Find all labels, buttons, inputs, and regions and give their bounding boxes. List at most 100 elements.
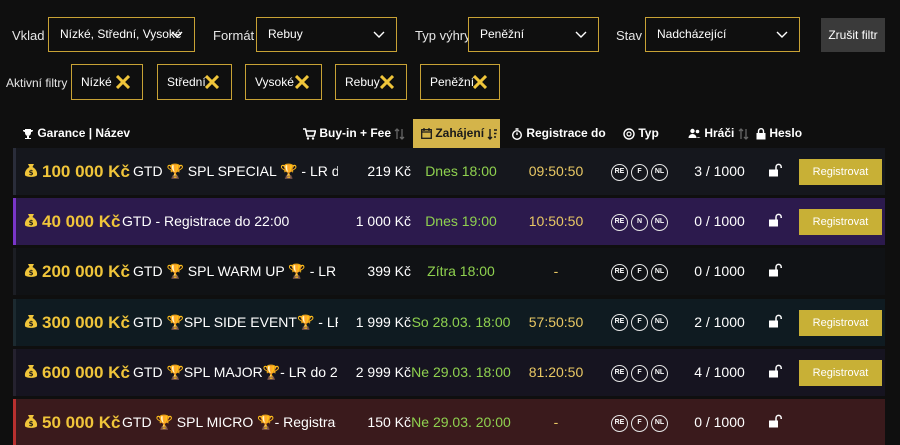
column-reg-until-label: Registrace do [526, 126, 606, 140]
guarantee: $40 000 Kč [24, 198, 120, 245]
guarantee-amount: 200 000 Kč [42, 262, 130, 282]
lock-icon [756, 127, 766, 140]
buyin: 219 Kč [367, 163, 411, 179]
chip-label: Peněžní [430, 75, 475, 89]
column-players[interactable]: Hráči [688, 119, 749, 148]
active-filter-chip[interactable]: Nízké [71, 64, 143, 100]
column-type[interactable]: Typ [623, 119, 659, 148]
game-type: RE N NL [611, 198, 671, 245]
game-type-badge: NL [651, 364, 668, 382]
close-icon[interactable] [116, 75, 130, 89]
chevron-down-icon [171, 31, 183, 38]
close-icon[interactable] [473, 75, 487, 89]
players-count: 0 / 1000 [694, 213, 745, 230]
column-buyin[interactable]: Buy-in + Fee [303, 119, 405, 148]
chip-label: Rebuy [345, 75, 380, 89]
game-type-badge: F [631, 314, 648, 332]
sort-icon [394, 127, 405, 140]
start-time: Ne 29.03. 20:00 [411, 414, 511, 430]
chip-label: Vysoké [255, 75, 294, 89]
format-select[interactable]: Rebuy [256, 17, 397, 52]
register-button[interactable]: Registrovat [799, 359, 882, 386]
game-type-badge: F [631, 163, 648, 181]
poker-chip-icon [623, 128, 635, 140]
active-filter-chip[interactable]: Rebuy [335, 64, 407, 100]
registration-countdown: - [553, 414, 559, 430]
tournament-name[interactable]: GTD 🏆 SPL WARM UP 🏆 - LR do... [133, 248, 338, 295]
tournament-name[interactable]: GTD - Registrace do 22:00 [122, 198, 336, 245]
game-type: RE F NL [611, 349, 671, 396]
column-reg-until[interactable]: Registrace do [511, 119, 606, 148]
chevron-down-icon [373, 31, 385, 38]
table-row[interactable]: $600 000 KčGTD 🏆SPL MAJOR🏆- LR do 21:30 2… [13, 348, 885, 396]
status-label: Stav [616, 28, 643, 43]
game-type-badge: F [631, 264, 648, 282]
game-type-badge: F [631, 364, 648, 382]
register-button[interactable]: Registrovat [799, 209, 882, 236]
game-type-badge: NL [651, 314, 668, 332]
status-select[interactable]: Nadcházející [645, 17, 800, 52]
registration-countdown: - [553, 263, 559, 280]
deposit-select-value: Nízké, Střední, Vysoké [60, 27, 182, 41]
game-type: RE F NL [611, 399, 671, 445]
start-time: Dnes 18:00 [425, 163, 497, 179]
buyin: 1 000 Kč [355, 213, 411, 230]
close-icon[interactable] [295, 75, 309, 89]
guarantee-amount: 600 000 Kč [42, 362, 130, 382]
unlock-icon [769, 163, 782, 177]
prize-type-label: Typ výhry [415, 28, 471, 43]
tournament-name[interactable]: GTD 🏆SPL MAJOR🏆- LR do 21:30 [133, 349, 338, 396]
column-password-label: Heslo [769, 126, 803, 140]
start-time: So 28.03. 18:00 [411, 313, 511, 330]
prize-type-select[interactable]: Peněžní [468, 17, 599, 52]
table-row[interactable]: $200 000 KčGTD 🏆 SPL WARM UP 🏆 - LR do..… [13, 248, 885, 296]
chip-label: Nízké [81, 75, 112, 89]
game-type-badge: N [631, 213, 648, 231]
deposit-select[interactable]: Nízké, Střední, Vysoké [48, 17, 195, 52]
table-row[interactable]: $300 000 KčGTD 🏆SPL SIDE EVENT🏆 - LR d..… [13, 298, 885, 346]
column-password[interactable]: Heslo [756, 119, 802, 148]
table-row[interactable]: $40 000 Kč GTD - Registrace do 22:00 1 000… [13, 198, 885, 246]
unlock-icon [769, 213, 782, 227]
status-select-value: Nadcházející [657, 27, 727, 41]
tournament-name[interactable]: GTD 🏆SPL SIDE EVENT🏆 - LR d... [133, 299, 338, 346]
game-type-badge: RE [611, 264, 628, 282]
game-type-badge: RE [611, 163, 628, 181]
guarantee: $200 000 Kč [24, 248, 130, 295]
registration-countdown: 57:50:50 [528, 313, 584, 330]
chip-label: Střední [167, 75, 206, 89]
active-filter-chip[interactable]: Střední [157, 64, 232, 100]
active-filter-chip[interactable]: Vysoké [245, 64, 322, 100]
table-row[interactable]: $100 000 KčGTD 🏆 SPL SPECIAL 🏆 - LR do .… [13, 148, 885, 195]
stopwatch-icon [511, 128, 523, 140]
money-bag-icon: $ [24, 264, 38, 277]
money-bag-icon: $ [24, 314, 38, 328]
tournament-name[interactable]: GTD 🏆 SPL SPECIAL 🏆 - LR do ... [133, 148, 338, 195]
close-icon[interactable] [205, 75, 219, 89]
active-filter-chip[interactable]: Peněžní [420, 64, 500, 100]
register-button[interactable]: Registrovat [799, 309, 882, 336]
tournament-name[interactable]: GTD 🏆 SPL MICRO 🏆- Registrace ... [122, 399, 336, 445]
registration-countdown: 81:20:50 [528, 363, 584, 380]
game-type-badge: RE [611, 414, 628, 432]
guarantee: $300 000 Kč [24, 299, 130, 346]
guarantee-amount: 40 000 Kč [42, 212, 121, 232]
table-header: Garance | Název Buy-in + Fee Zahájení Re… [0, 119, 900, 148]
prize-type-select-value: Peněžní [480, 27, 525, 41]
column-name[interactable]: Garance | Název [22, 119, 130, 148]
start-time: Ne 29.03. 18:00 [411, 363, 511, 380]
unlock-icon [769, 364, 782, 378]
game-type-badge: F [631, 414, 648, 432]
column-start[interactable]: Zahájení [413, 119, 500, 148]
game-type-badge: NL [651, 213, 668, 231]
buyin: 1 999 Kč [355, 313, 411, 330]
game-type-badge: RE [611, 213, 628, 231]
table-row[interactable]: $50 000 KčGTD 🏆 SPL MICRO 🏆- Registrace … [13, 399, 885, 445]
clear-filter-button[interactable]: Zrušit filtr [821, 18, 885, 52]
buyin: 399 Kč [367, 263, 411, 280]
cart-icon [303, 128, 317, 140]
guarantee-amount: 100 000 Kč [42, 162, 130, 181]
register-button[interactable]: Registrovat [799, 159, 882, 185]
active-filters-label: Aktivní filtry [6, 76, 68, 90]
close-icon[interactable] [380, 75, 394, 89]
